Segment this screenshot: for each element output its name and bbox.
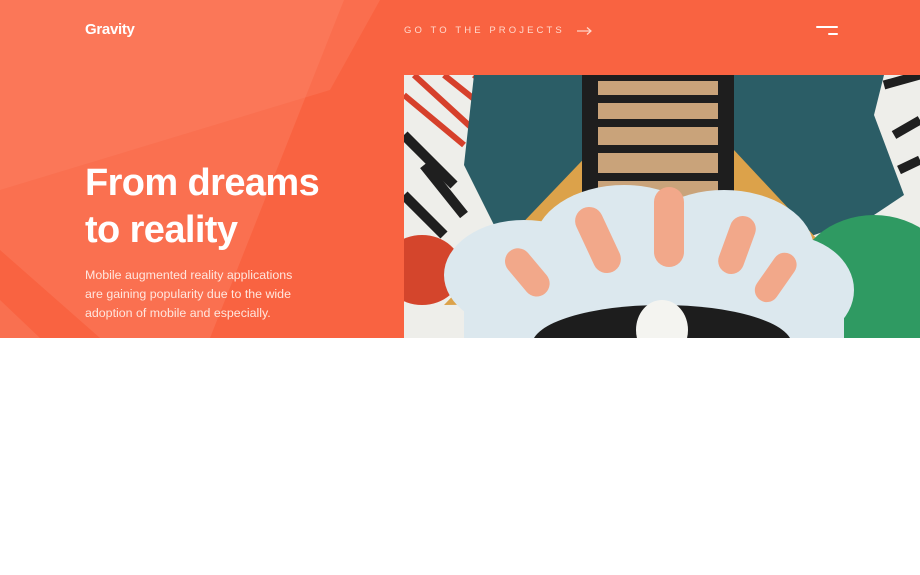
logo[interactable]: Gravity: [85, 21, 135, 38]
hero-title-line-1: From dreams: [85, 162, 320, 204]
hero-title: From dreams to reality: [85, 160, 385, 254]
projects-link-label: GO TO THE PROJECTS: [404, 25, 565, 36]
hamburger-menu-icon[interactable]: [814, 22, 840, 40]
arrow-right-icon: [576, 26, 592, 35]
hero-mural-image: [404, 75, 920, 338]
hero-description-line-2: are gaining popularity due to the wide: [85, 287, 291, 301]
hero-description-line-1: Mobile augmented reality applications: [85, 268, 293, 282]
go-to-projects-link[interactable]: GO TO THE PROJECTS: [404, 25, 593, 36]
hero-title-line-2: to reality: [85, 209, 238, 251]
hero-section: Gravity GO TO THE PROJECTS From dreams t…: [0, 0, 920, 338]
hero-description: Mobile augmented reality applications ar…: [85, 266, 325, 323]
hero-description-line-3: adoption of mobile and especially.: [85, 306, 271, 320]
